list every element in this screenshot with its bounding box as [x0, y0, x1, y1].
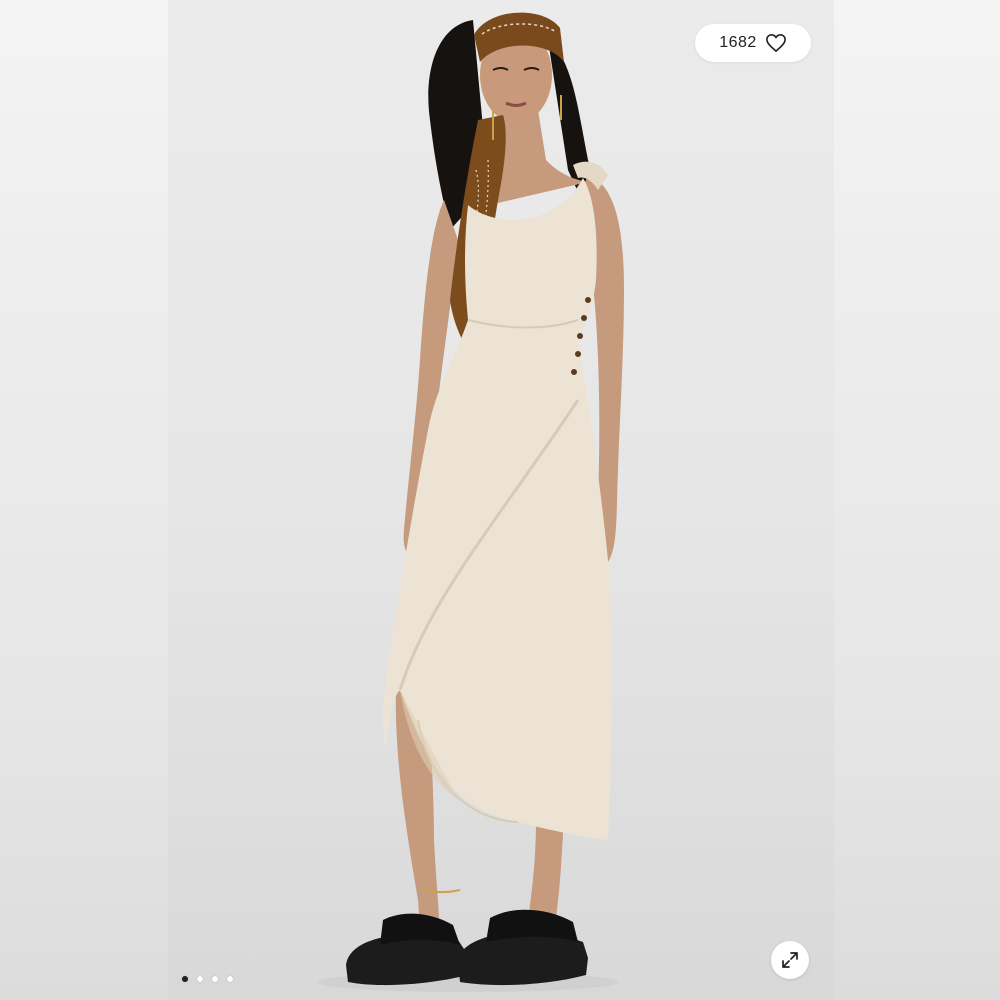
model-illustration: [318, 12, 624, 992]
image-pagination: [182, 976, 233, 982]
like-count: 1682: [719, 34, 757, 51]
pagination-dot[interactable]: [212, 976, 218, 982]
heart-outline-icon: [765, 34, 786, 52]
blurred-background-left: [0, 0, 168, 1000]
pagination-dot[interactable]: [227, 976, 233, 982]
pagination-dot[interactable]: [182, 976, 188, 982]
like-button[interactable]: 1682: [695, 24, 811, 62]
expand-arrows-icon: [782, 952, 798, 968]
blurred-background-right: [834, 0, 1000, 1000]
product-photo[interactable]: [168, 0, 834, 1000]
pagination-dot[interactable]: [197, 976, 203, 982]
expand-image-button[interactable]: [771, 941, 809, 979]
